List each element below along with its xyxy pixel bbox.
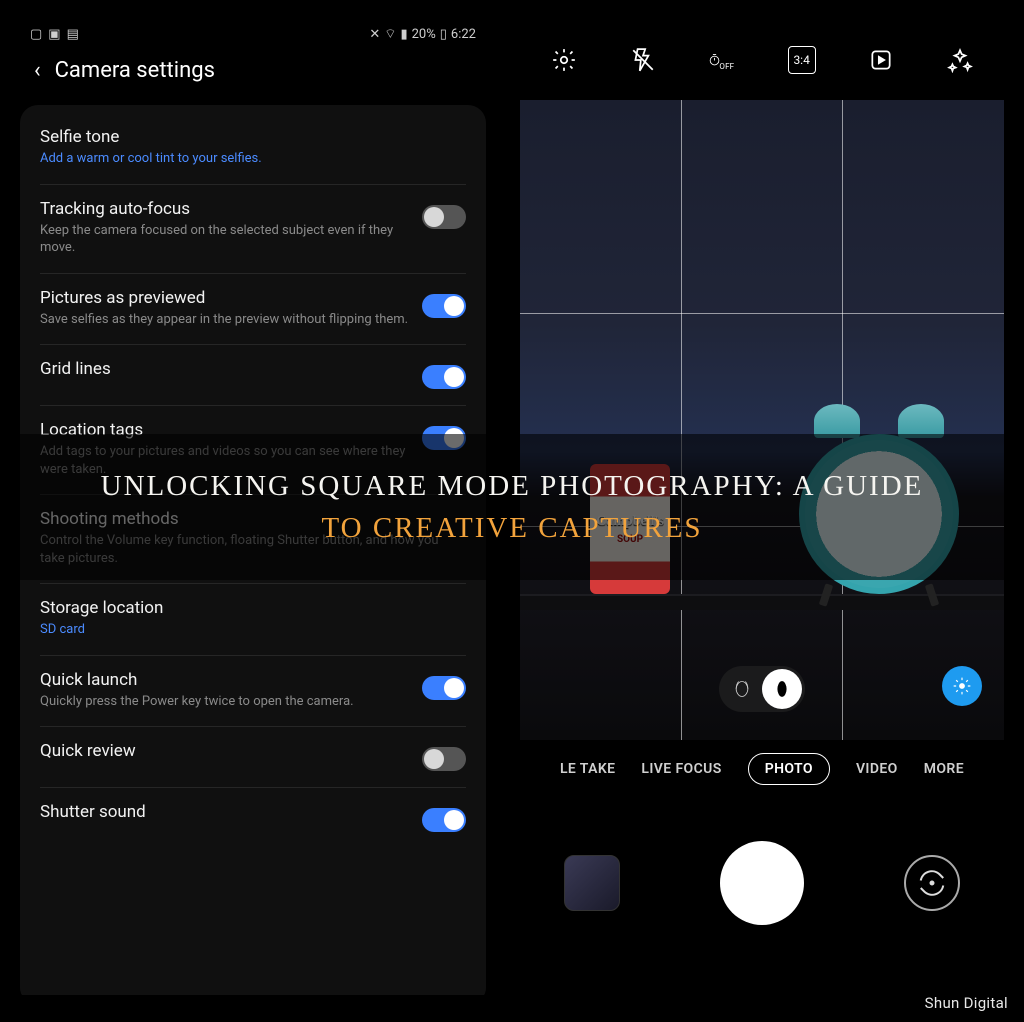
mode-more[interactable]: MORE: [924, 761, 964, 777]
headline-line1: UNLOCKING SQUARE MODE PHOTOGRAPHY: A GUI…: [101, 470, 924, 502]
timer-icon[interactable]: OFF: [708, 46, 736, 74]
status-bar: ▢ ▣ ▤ ✕ ⌔ ▮ 20% ▯ 6:22: [20, 20, 486, 48]
filters-icon[interactable]: [946, 46, 974, 74]
camera-viewfinder[interactable]: Campbell's SOUP: [520, 100, 1004, 740]
battery-icon: ▯: [440, 27, 447, 42]
setting-title: Selfie tone: [40, 127, 466, 147]
aspect-ratio-icon[interactable]: 3:4: [788, 46, 816, 74]
setting-title: Shutter sound: [40, 802, 410, 822]
setting-title: Grid lines: [40, 359, 410, 379]
toggle-shutter-sound[interactable]: [422, 808, 466, 832]
watermark: Shun Digital: [925, 994, 1008, 1012]
grid-vertical-1: [681, 100, 682, 740]
setting-desc: Add a warm or cool tint to your selfies.: [40, 150, 466, 168]
gallery-thumbnail[interactable]: [564, 855, 620, 911]
motion-photo-icon[interactable]: [867, 46, 895, 74]
settings-header: ‹ Camera settings: [20, 48, 486, 105]
toggle-quick-launch[interactable]: [422, 676, 466, 700]
setting-grid-lines[interactable]: Grid lines: [20, 345, 486, 405]
toggle-pictures-as-previewed[interactable]: [422, 294, 466, 318]
toggle-quick-review[interactable]: [422, 747, 466, 771]
zoom-1x-icon[interactable]: [762, 669, 802, 709]
setting-desc: Save selfies as they appear in the previ…: [40, 311, 410, 329]
setting-selfie-tone[interactable]: Selfie tone Add a warm or cool tint to yo…: [20, 113, 486, 184]
setting-title: Pictures as previewed: [40, 288, 410, 308]
cloud-icon: ▢: [30, 27, 42, 42]
timer-off-label: OFF: [719, 62, 734, 71]
aspect-ratio-label: 3:4: [793, 53, 809, 67]
shutter-row: [520, 798, 1004, 968]
status-left-icons: ▢ ▣ ▤: [30, 27, 79, 42]
setting-title: Quick review: [40, 741, 410, 761]
scene-optimizer-icon[interactable]: [942, 666, 982, 706]
mode-le-take[interactable]: LE TAKE: [560, 761, 615, 777]
setting-storage-location[interactable]: Storage location SD card: [20, 584, 486, 655]
back-icon[interactable]: ‹: [34, 58, 41, 83]
mode-video[interactable]: VIDEO: [856, 761, 898, 777]
zoom-control[interactable]: [719, 666, 805, 712]
setting-title: Quick launch: [40, 670, 410, 690]
signal-icon: ▮: [400, 27, 407, 42]
setting-pictures-as-previewed[interactable]: Pictures as previewed Save selfies as the…: [20, 274, 486, 345]
title-overlay: UNLOCKING SQUARE MODE PHOTOGRAPHY: A GUI…: [0, 434, 1024, 580]
page-title: Camera settings: [55, 58, 215, 83]
setting-title: Tracking auto-focus: [40, 199, 410, 219]
toggle-grid-lines[interactable]: [422, 365, 466, 389]
grid-horizontal-1: [520, 313, 1004, 314]
settings-gear-icon[interactable]: [550, 46, 578, 74]
mode-live-focus[interactable]: LIVE FOCUS: [641, 761, 721, 777]
toggle-tracking-auto-focus[interactable]: [422, 205, 466, 229]
setting-desc: SD card: [40, 621, 466, 639]
setting-quick-review[interactable]: Quick review: [20, 727, 486, 787]
flash-off-icon[interactable]: [629, 46, 657, 74]
headline-line2: TO CREATIVE CAPTURES: [321, 512, 702, 544]
zoom-wide-icon[interactable]: [722, 669, 762, 709]
battery-percent: 20%: [412, 27, 436, 42]
camera-top-bar: OFF 3:4: [520, 20, 1004, 100]
camera-mode-strip[interactable]: LE TAKE LIVE FOCUS PHOTO VIDEO MORE: [520, 740, 1004, 798]
setting-quick-launch[interactable]: Quick launch Quickly press the Power key …: [20, 656, 486, 727]
status-time: 6:22: [451, 27, 476, 42]
mute-icon: ✕: [369, 27, 380, 42]
status-right: ✕ ⌔ ▮ 20% ▯ 6:22: [369, 26, 476, 42]
setting-desc: Keep the camera focused on the selected …: [40, 222, 410, 257]
setting-desc: Quickly press the Power key twice to ope…: [40, 693, 410, 711]
screenshot-icon: ▣: [48, 27, 60, 42]
setting-title: Storage location: [40, 598, 466, 618]
wifi-icon: ⌔: [384, 26, 396, 42]
switch-camera-button[interactable]: [904, 855, 960, 911]
mode-photo[interactable]: PHOTO: [748, 753, 830, 785]
setting-tracking-auto-focus[interactable]: Tracking auto-focus Keep the camera focus…: [20, 185, 486, 273]
gallery-icon: ▤: [67, 27, 79, 42]
setting-shutter-sound[interactable]: Shutter sound: [20, 788, 486, 848]
shutter-button[interactable]: [720, 841, 804, 925]
